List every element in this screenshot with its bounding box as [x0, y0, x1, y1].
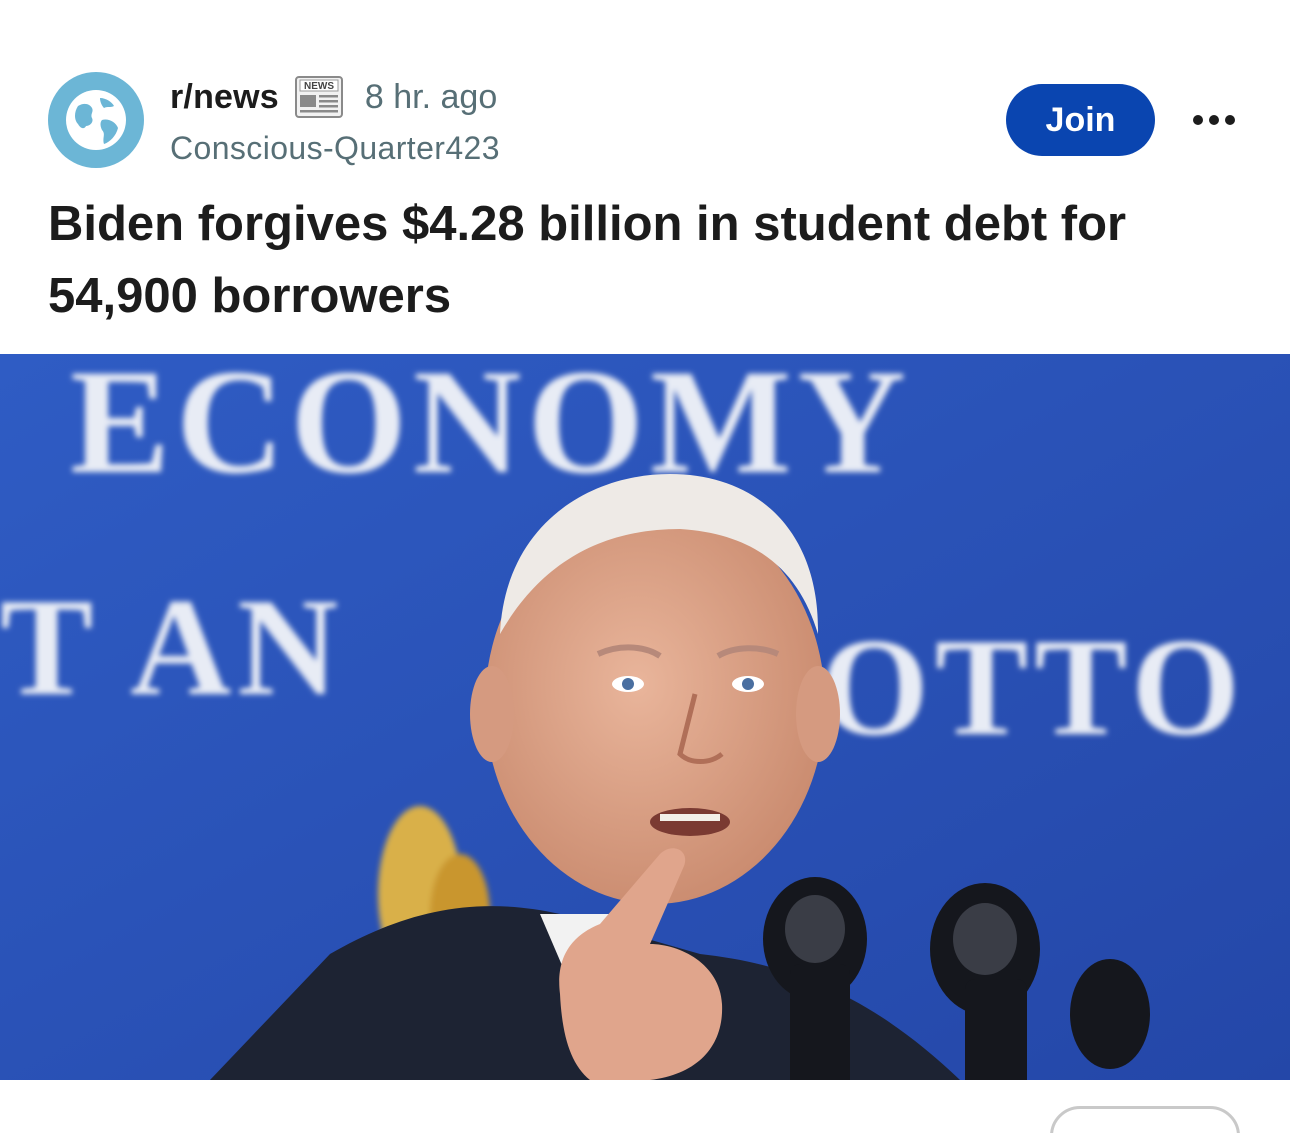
subreddit-name[interactable]: r/news — [170, 78, 279, 117]
newspaper-emoji-icon: NEWS — [293, 74, 345, 120]
sign-text-line-2: T AN — [0, 570, 344, 725]
post-meta: r/news NEWS 8 hr. ago Conscious-Quarter4… — [170, 70, 500, 167]
post-author[interactable]: Conscious-Quarter423 — [170, 130, 500, 167]
more-options-icon — [1193, 115, 1235, 125]
more-options-button[interactable] — [1188, 102, 1240, 138]
post-time-ago: 8 hr. ago — [364, 77, 498, 116]
sign-text-line-1: ECONOMY — [70, 354, 912, 505]
reddit-post-page: r/news NEWS 8 hr. ago Conscious-Quarter4… — [0, 0, 1290, 1133]
globe-icon — [66, 90, 126, 150]
bottom-action-pill[interactable] — [1050, 1106, 1240, 1133]
subreddit-avatar[interactable] — [48, 72, 144, 168]
join-button[interactable]: Join — [1006, 84, 1155, 156]
sign-text-line-3: OTTO — [820, 610, 1246, 765]
post-title[interactable]: Biden forgives $4.28 billion in student … — [48, 188, 1248, 332]
meta-row: r/news NEWS 8 hr. ago — [170, 70, 500, 124]
post-image[interactable]: ECONOMY T AN OTTO — [0, 354, 1290, 1080]
svg-text:NEWS: NEWS — [304, 81, 334, 92]
